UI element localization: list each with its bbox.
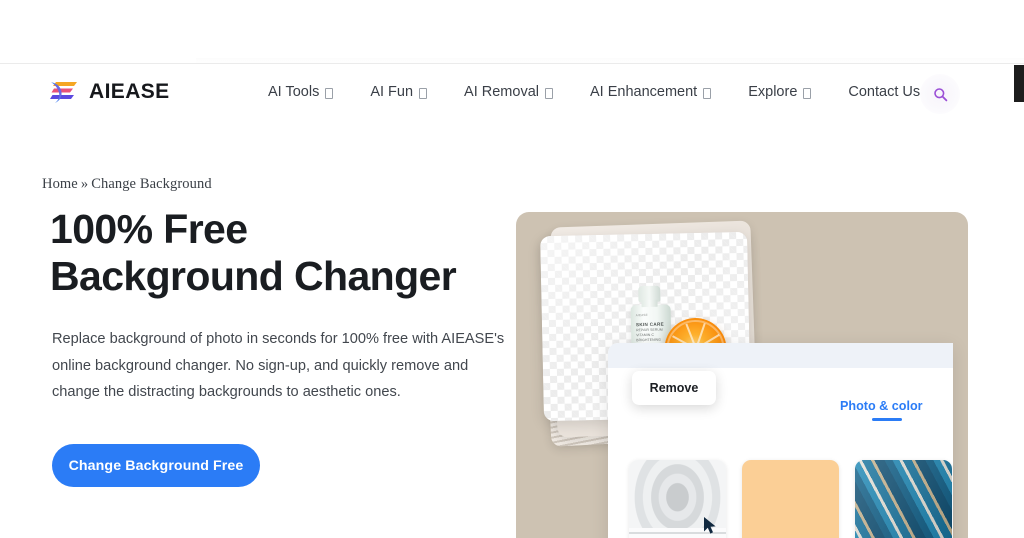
search-button[interactable]: [920, 74, 960, 114]
editor-toolbar: [608, 343, 953, 368]
tab-active-underline: [872, 418, 902, 421]
nav-item-explore[interactable]: Explore: [748, 81, 812, 103]
nav-item-ai-fun[interactable]: AI Fun: [370, 81, 428, 103]
bottle-brand-text: AIEASE: [635, 312, 648, 318]
mouse-cursor-icon: [703, 516, 718, 536]
chevron-down-icon: [325, 87, 334, 99]
search-icon: [933, 87, 948, 102]
page-title-line-1: 100% Free: [50, 206, 248, 252]
chevron-down-icon: [803, 87, 812, 99]
chevron-down-icon: [545, 87, 553, 99]
browser-chrome-strip: [0, 0, 1024, 64]
hero-illustration: AIEASE SKIN CARE REPAIR SERUM VITAMIN C …: [516, 212, 968, 538]
chevron-down-icon: [703, 87, 712, 99]
bottle-neck: [641, 299, 658, 308]
page-content: AIEASE AI Tools AI Fun AI Removal AI Enh…: [0, 64, 1014, 538]
nav-item-contact-us[interactable]: Contact Us: [848, 81, 920, 103]
logo-text: AIEASE: [89, 80, 170, 103]
nav-label: AI Fun: [370, 84, 414, 100]
breadcrumb: Home» Change Background: [42, 176, 212, 193]
bottle-label-title: SKIN CARE: [635, 321, 664, 328]
remove-button[interactable]: Remove: [632, 371, 716, 405]
page-title-line-2: Background Changer: [50, 253, 457, 299]
nav-label: AI Removal: [464, 84, 539, 100]
hero-description: Replace background of photo in seconds f…: [52, 331, 505, 400]
change-background-free-button[interactable]: Change Background Free: [52, 444, 260, 487]
nav-label: AI Tools: [268, 84, 320, 100]
nav-item-ai-removal[interactable]: AI Removal: [464, 81, 553, 103]
background-thumbnail-arch[interactable]: [629, 460, 726, 538]
site-logo[interactable]: AIEASE: [50, 79, 170, 105]
main-navigation: AI Tools AI Fun AI Removal AI Enhancemen…: [268, 81, 920, 103]
tab-photo-and-color[interactable]: Photo & color: [840, 399, 923, 413]
background-thumbnail-paint[interactable]: [855, 460, 952, 538]
chevron-down-icon: [419, 87, 428, 99]
nav-item-ai-enhancement[interactable]: AI Enhancement: [590, 81, 712, 103]
nav-label: Explore: [748, 84, 798, 100]
vertical-scrollbar-track[interactable]: [1014, 64, 1024, 538]
background-thumbnail-list: [629, 460, 952, 538]
breadcrumb-home-link[interactable]: Home: [42, 176, 78, 192]
nav-label: AI Enhancement: [590, 84, 698, 100]
paint-sheen: [855, 460, 952, 538]
breadcrumb-current: Change Background: [91, 176, 212, 192]
nav-label: Contact Us: [848, 84, 921, 100]
browser-viewport: AIEASE AI Tools AI Fun AI Removal AI Enh…: [0, 0, 1024, 538]
breadcrumb-separator: »: [80, 176, 89, 192]
page-title: 100% Free Background Changer: [50, 206, 520, 300]
background-thumbnail-peach[interactable]: [742, 460, 839, 538]
site-header: AIEASE AI Tools AI Fun AI Removal AI Enh…: [0, 64, 1014, 130]
bottle-label-sub: REPAIR SERUM: [636, 327, 663, 333]
nav-item-ai-tools[interactable]: AI Tools: [268, 81, 334, 103]
aiease-e-logo-icon: [50, 79, 80, 105]
